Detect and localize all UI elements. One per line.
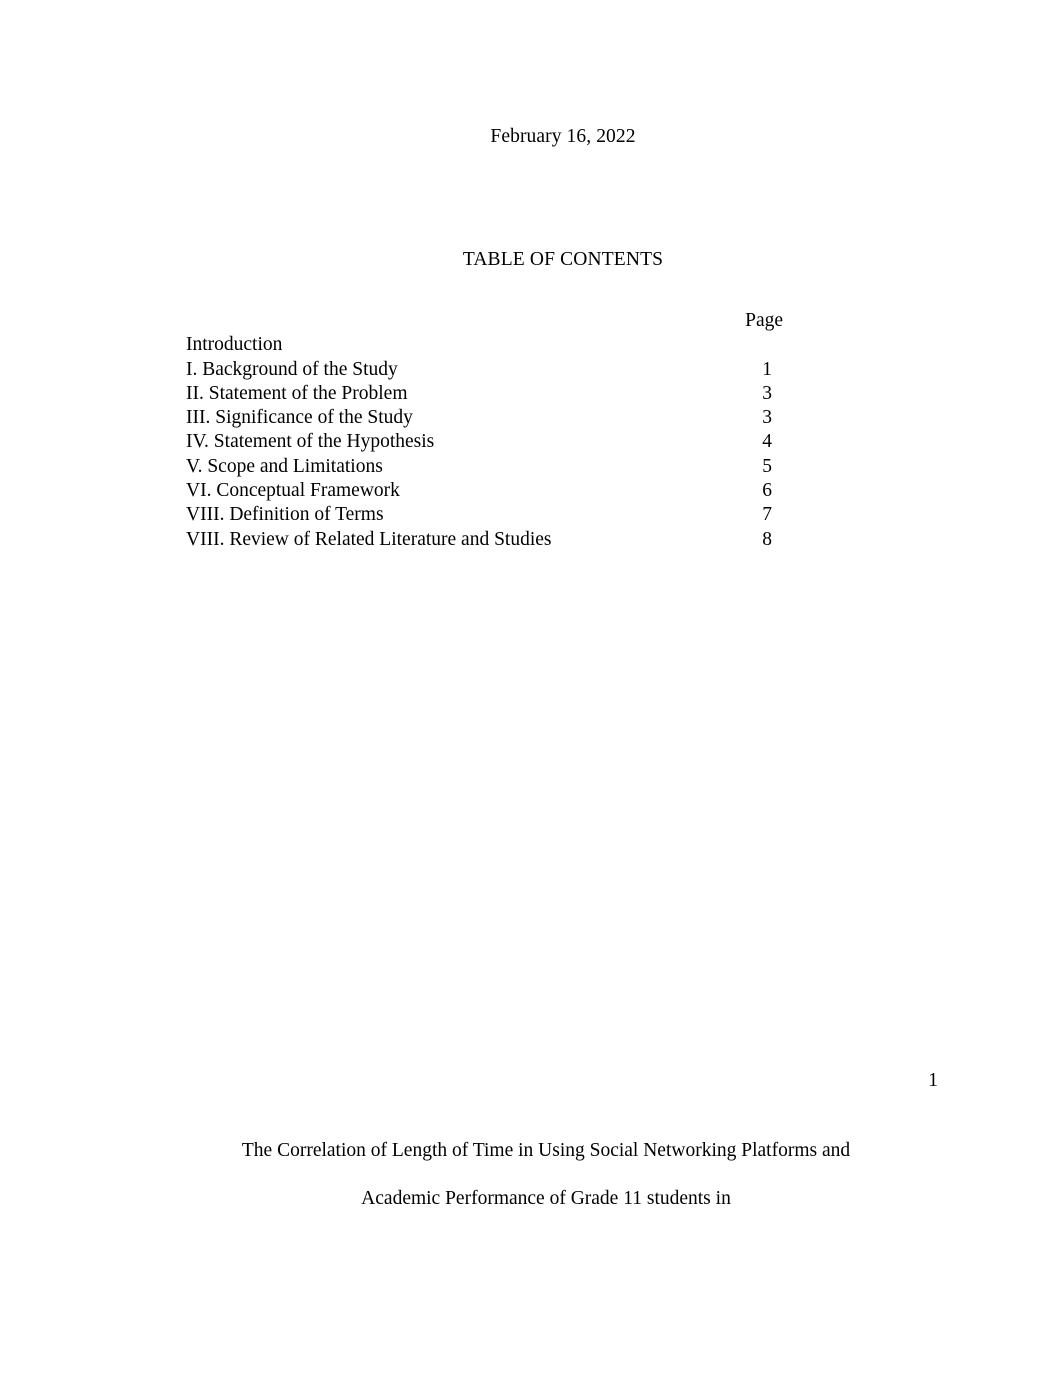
toc-entry: VIII. Review of Related Literature and S…	[186, 528, 784, 552]
toc-entry-label: Introduction	[186, 334, 283, 356]
toc-entry-label: VI. Conceptual Framework	[186, 480, 400, 502]
document-page: February 16, 2022 TABLE OF CONTENTS Page…	[0, 0, 1062, 1376]
toc-entry-page: 1	[762, 358, 772, 380]
toc-entry: III. Significance of the Study 3	[186, 406, 784, 430]
toc-entry-label: I. Background of the Study	[186, 358, 398, 380]
toc-entry-page: 8	[762, 528, 772, 550]
toc-entry-page: 3	[762, 407, 772, 429]
toc-entry-page: 6	[762, 480, 772, 502]
document-title-line: Academic Performance of Grade 11 student…	[361, 1188, 731, 1209]
toc-entry: II. Statement of the Problem 3	[186, 382, 784, 406]
toc-entry-label: III. Significance of the Study	[186, 407, 413, 429]
document-title: The Correlation of Length of Time in Usi…	[0, 1127, 1062, 1223]
toc-entry: VIII. Definition of Terms 7	[186, 503, 784, 527]
table-of-contents-heading: TABLE OF CONTENTS	[462, 249, 664, 270]
toc-entry-list: Introduction I. Background of the Study …	[186, 333, 784, 552]
toc-entry-label: V. Scope and Limitations	[186, 455, 383, 477]
toc-entry-page: 4	[762, 431, 772, 453]
toc-entry-page: 3	[762, 382, 772, 404]
toc-entry-label: II. Statement of the Problem	[186, 382, 408, 404]
toc-entry: V. Scope and Limitations 5	[186, 455, 784, 479]
toc-entry-label: VIII. Definition of Terms	[186, 504, 384, 526]
toc-entry-page: 7	[762, 504, 772, 526]
document-title-line: The Correlation of Length of Time in Usi…	[241, 1140, 851, 1161]
toc-page-column-header: Page	[745, 310, 783, 331]
toc-entry: Introduction	[186, 333, 784, 357]
toc-entry: VI. Conceptual Framework 6	[186, 479, 784, 503]
table-of-contents: Page Introduction I. Background of the S…	[186, 309, 784, 552]
toc-entry-label: VIII. Review of Related Literature and S…	[186, 528, 552, 550]
toc-entry: I. Background of the Study 1	[186, 358, 784, 382]
page-number-folio: 1	[928, 1070, 938, 1091]
toc-entry-page: 5	[762, 455, 772, 477]
toc-entry-label: IV. Statement of the Hypothesis	[186, 431, 435, 453]
toc-entry: IV. Statement of the Hypothesis 4	[186, 430, 784, 454]
document-date: February 16, 2022	[490, 126, 636, 147]
